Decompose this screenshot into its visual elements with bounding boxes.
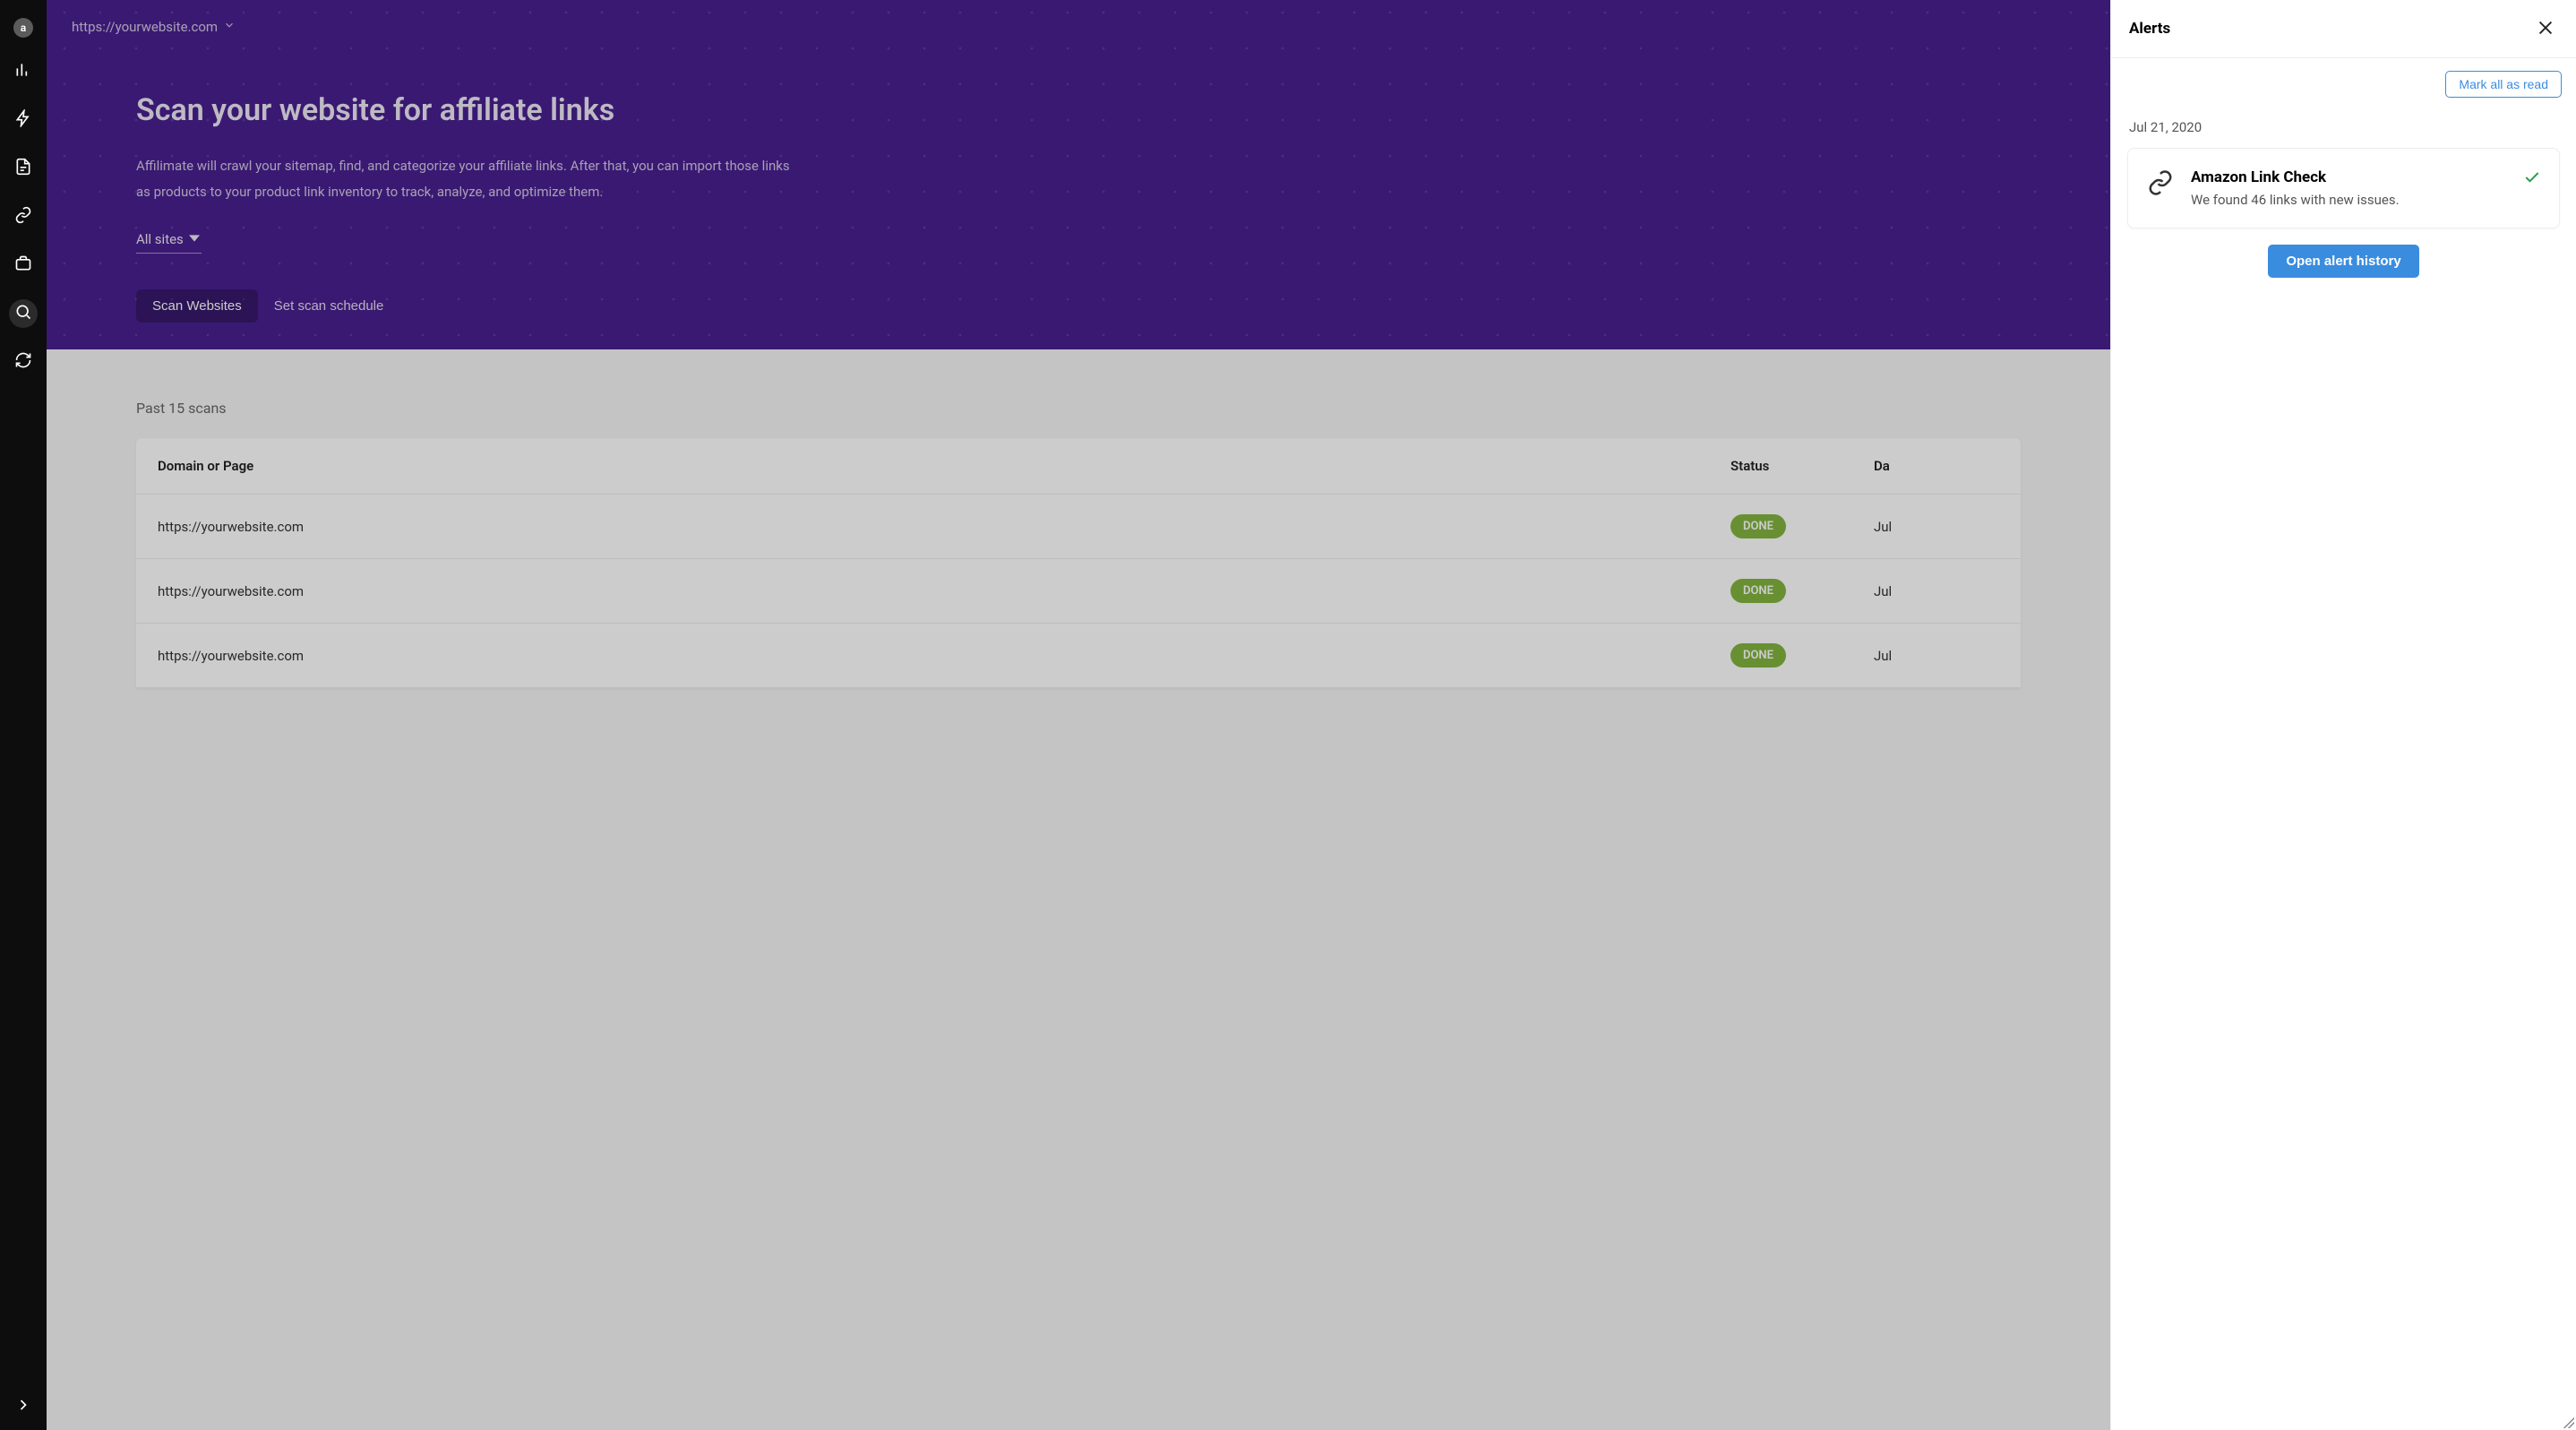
close-icon (2536, 18, 2555, 40)
search-icon (14, 303, 32, 324)
nav-search[interactable] (9, 299, 38, 328)
avatar[interactable]: a (13, 18, 33, 38)
alert-card[interactable]: Amazon Link Check We found 46 links with… (2127, 148, 2560, 228)
nav-briefcase[interactable] (9, 251, 38, 280)
alert-message: We found 46 links with new issues. (2191, 192, 2507, 208)
link-icon (14, 206, 32, 228)
analytics-icon (14, 61, 32, 82)
alert-title: Amazon Link Check (2191, 168, 2507, 186)
drawer-body: Jul 21, 2020 Amazon Link Check We found … (2111, 105, 2576, 1430)
briefcase-icon (14, 254, 32, 276)
mark-all-read-button[interactable]: Mark all as read (2445, 71, 2562, 98)
alert-group-date: Jul 21, 2020 (2129, 119, 2558, 135)
drawer-toolbar: Mark all as read (2111, 58, 2576, 105)
resize-handle[interactable] (2562, 1416, 2576, 1430)
open-alert-history-button[interactable]: Open alert history (2268, 245, 2418, 278)
alerts-drawer: Alerts Mark all as read Jul 21, 2020 Ama… (2110, 0, 2576, 1430)
bolt-icon (14, 109, 32, 131)
nav-link[interactable] (9, 202, 38, 231)
nav-page[interactable] (9, 154, 38, 183)
drawer-title: Alerts (2129, 20, 2170, 38)
page-icon (14, 158, 32, 179)
check-icon (2523, 168, 2541, 186)
nav-bolt[interactable] (9, 106, 38, 134)
chevron-right-icon (14, 1396, 32, 1417)
nav-expand[interactable] (9, 1392, 38, 1421)
refresh-icon (14, 351, 32, 373)
drawer-header: Alerts (2111, 0, 2576, 58)
sidebar: a (0, 0, 47, 1430)
nav-refresh[interactable] (9, 348, 38, 376)
link-icon (2146, 168, 2175, 197)
nav-analytics[interactable] (9, 57, 38, 86)
overlay[interactable] (47, 0, 2110, 1430)
close-button[interactable] (2533, 16, 2558, 41)
main: https://yourwebsite.com Scan your websit… (47, 0, 2110, 1430)
